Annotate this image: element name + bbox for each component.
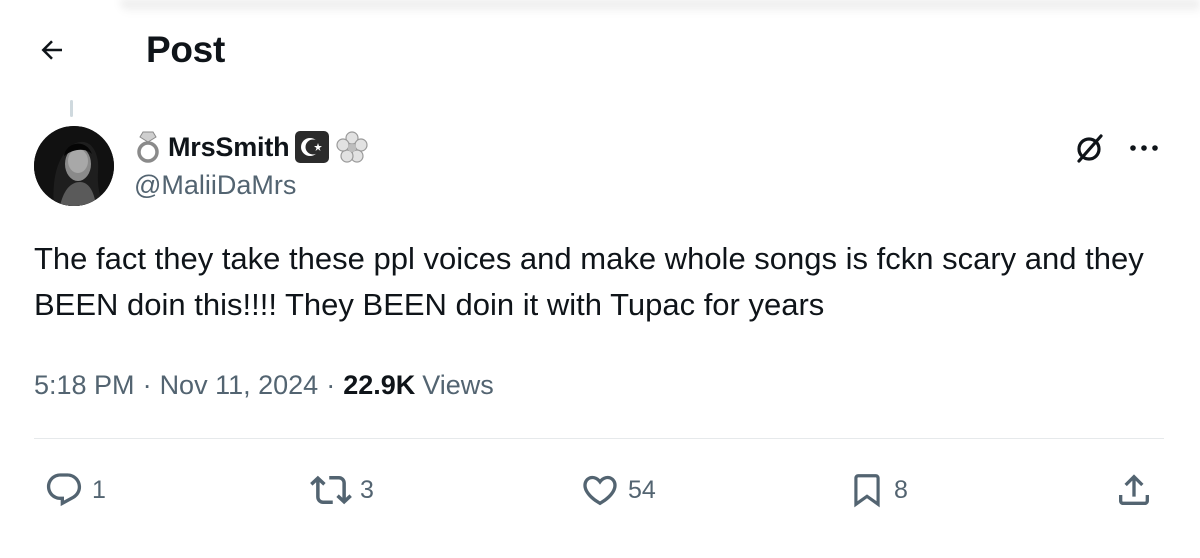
avatar[interactable] — [34, 126, 114, 206]
grok-icon — [1073, 131, 1107, 165]
back-button[interactable] — [30, 28, 74, 72]
ring-icon — [134, 130, 162, 164]
author-handle[interactable]: @MaliiDaMrs — [134, 170, 296, 201]
repost-count: 3 — [360, 475, 374, 504]
reply-icon — [44, 470, 84, 510]
tweet-time[interactable]: 5:18 PM — [34, 366, 135, 404]
share-icon — [1114, 470, 1154, 510]
meta-separator: · — [142, 370, 152, 400]
like-button[interactable]: 54 — [580, 468, 656, 512]
star-crescent-icon — [295, 131, 330, 163]
views-count: 22.9K — [343, 370, 416, 400]
page-title: Post — [146, 29, 225, 70]
header-shadow — [120, 0, 1200, 14]
bookmark-icon — [848, 470, 886, 510]
meta-separator: · — [326, 370, 336, 400]
post-page: Post MrsSmith @MaliiDaMrs The fact they … — [0, 0, 1200, 558]
like-count: 54 — [628, 475, 656, 504]
reply-button[interactable]: 1 — [44, 468, 106, 512]
reply-count: 1 — [92, 475, 106, 504]
divider — [34, 438, 1164, 439]
profile-photo — [34, 126, 114, 206]
repost-icon — [310, 469, 352, 511]
repost-button[interactable]: 3 — [310, 468, 374, 512]
cherry-blossom-icon — [335, 130, 369, 164]
thread-line — [70, 100, 73, 117]
display-name[interactable]: MrsSmith — [168, 132, 290, 163]
tweet-date[interactable]: Nov 11, 2024 — [160, 366, 319, 404]
header-bar: Post — [0, 0, 1200, 100]
more-options-button[interactable] — [1124, 128, 1164, 168]
views-label: Views — [422, 370, 494, 400]
tweet-meta: 5:18 PM · Nov 11, 2024 · 22.9K Views — [34, 366, 494, 404]
grok-button[interactable] — [1070, 128, 1110, 168]
arrow-left-icon — [37, 35, 67, 65]
display-name-row: MrsSmith — [134, 128, 369, 166]
more-dots-icon — [1128, 143, 1160, 153]
bookmark-count: 8 — [894, 475, 908, 504]
bookmark-button[interactable]: 8 — [848, 468, 908, 512]
share-button[interactable] — [1114, 468, 1154, 512]
tweet-text: The fact they take these ppl voices and … — [34, 241, 1144, 322]
heart-icon — [580, 470, 620, 510]
